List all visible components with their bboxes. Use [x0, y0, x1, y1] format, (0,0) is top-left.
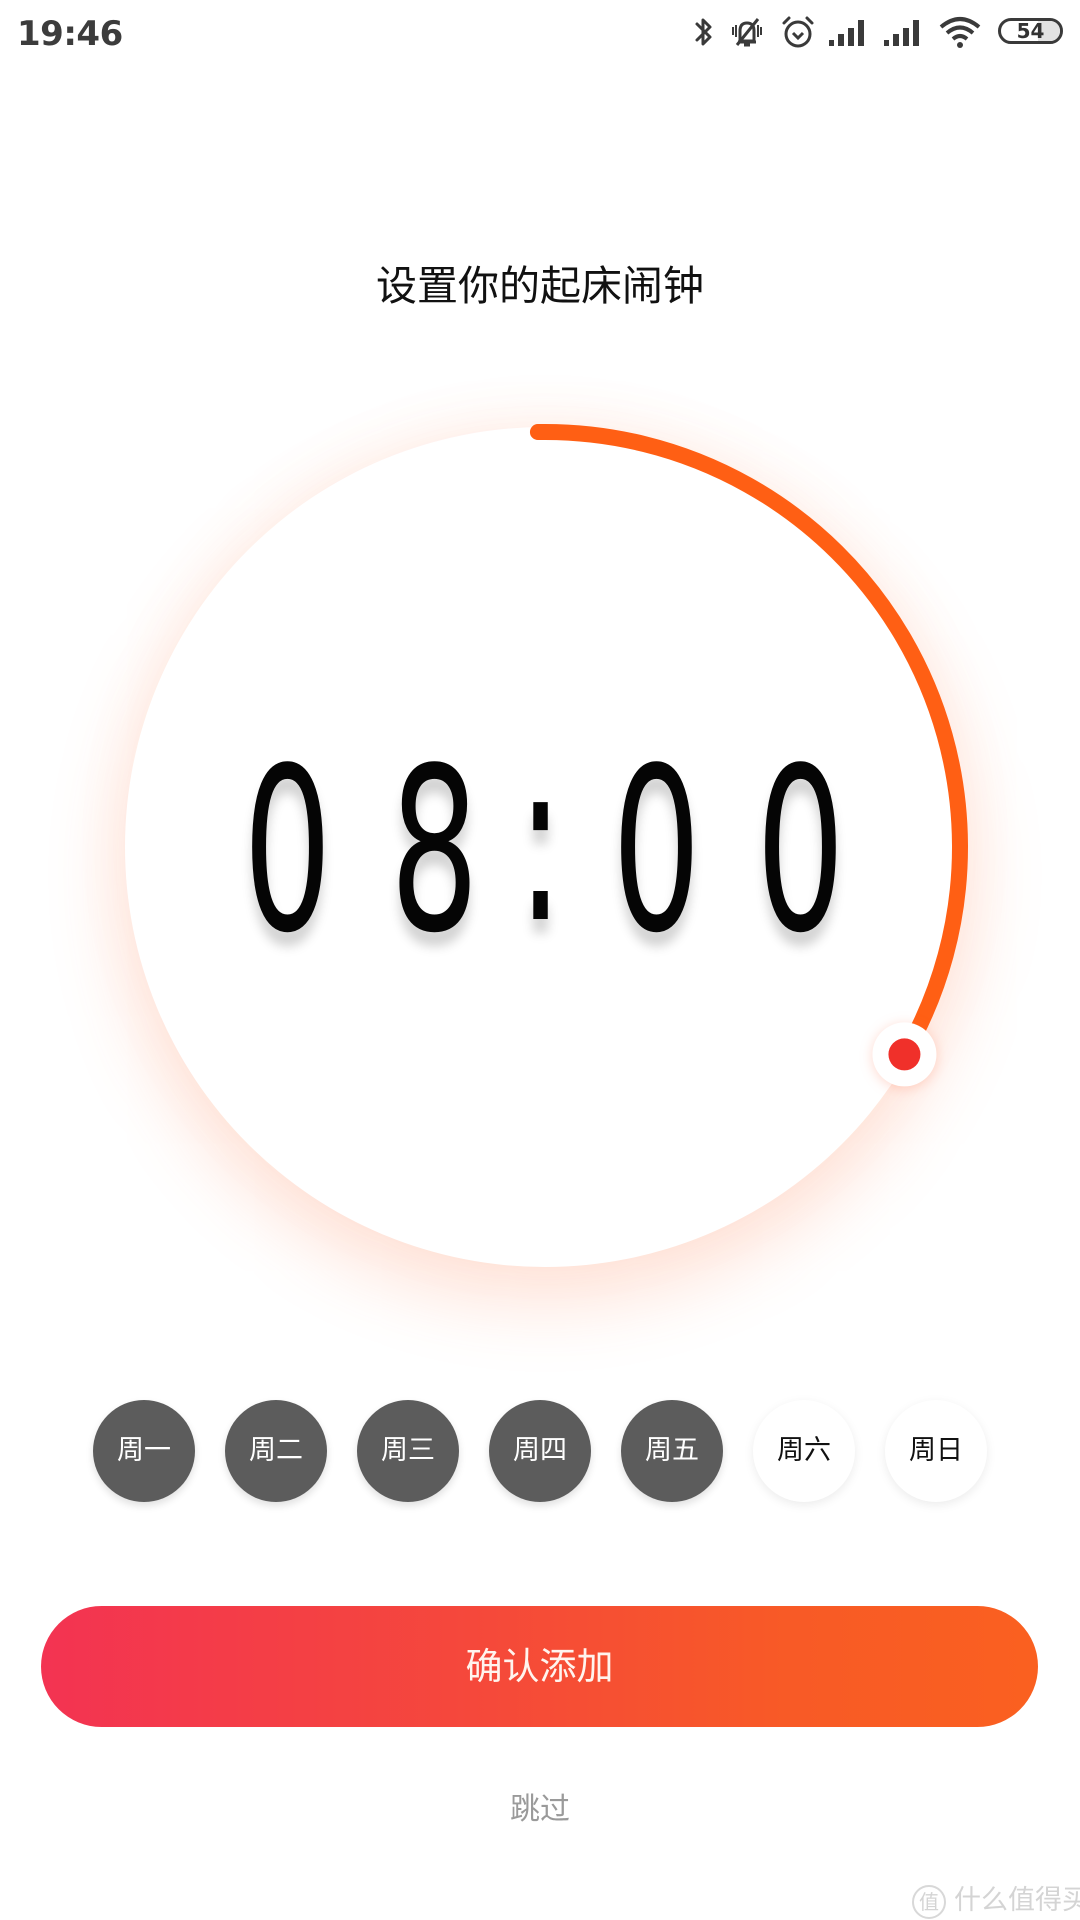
day-toggle[interactable]: 周一 [93, 1400, 195, 1502]
watermark-logo-icon: 值 [912, 1884, 946, 1919]
dial-knob[interactable] [872, 1022, 937, 1087]
watermark-text: 什么值得买 [954, 1885, 1080, 1916]
confirm-add-button[interactable]: 确认添加 [41, 1606, 1038, 1727]
day-toggle[interactable]: 周二 [225, 1400, 327, 1502]
day-toggle[interactable]: 周四 [489, 1400, 591, 1502]
dial-knob-inner[interactable] [888, 1038, 921, 1071]
watermark: 值什么值得买 [912, 1878, 1080, 1919]
dial-progress-arc [529, 424, 968, 1063]
day-toggle[interactable]: 周日 [885, 1400, 987, 1502]
day-toggle[interactable]: 周五 [621, 1400, 723, 1502]
skip-button[interactable]: 跳过 [0, 1784, 1080, 1828]
day-toggle[interactable]: 周六 [753, 1400, 855, 1502]
day-toggle[interactable]: 周三 [357, 1400, 459, 1502]
